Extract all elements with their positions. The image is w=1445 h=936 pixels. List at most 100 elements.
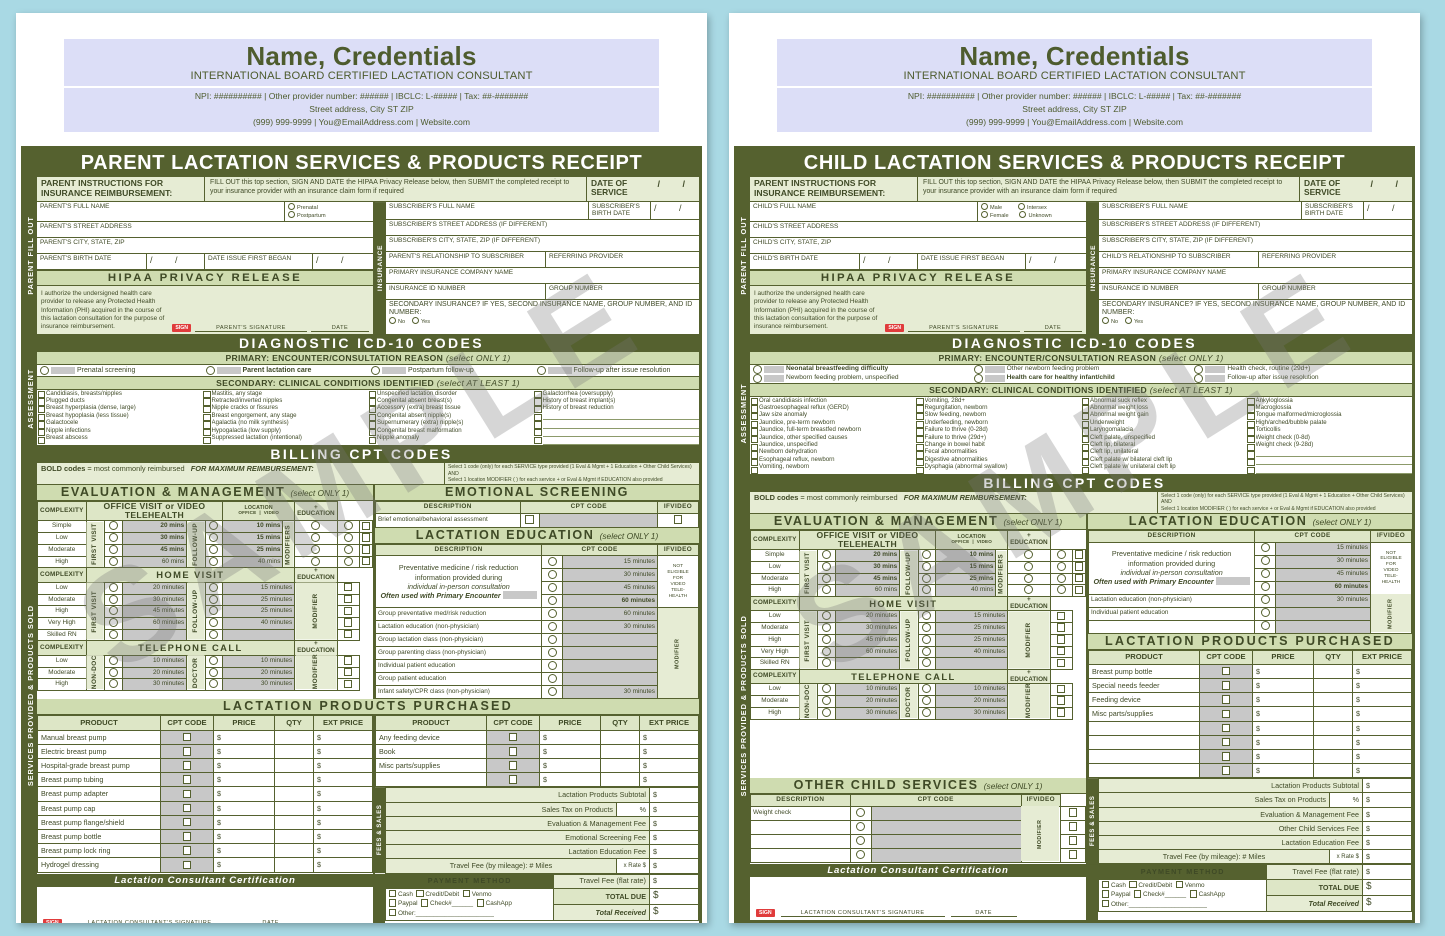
radio-follow-up[interactable] [917,610,937,624]
radio-follow-up[interactable] [204,543,224,557]
product-price[interactable]: $ [213,743,275,760]
prev-duration[interactable]: 30 minutes [562,568,658,583]
doctor-duration[interactable]: 20 minutes [222,666,296,680]
radio-doctor[interactable] [917,695,937,708]
radio-secondary-no[interactable] [389,316,396,324]
dx-checkbox[interactable] [368,436,377,444]
radio-primary-4[interactable] [973,373,983,383]
parent-signature-date-input[interactable]: DATE [311,325,369,332]
radio-first-visit[interactable] [816,549,836,562]
primary-option[interactable]: Health care for healthy infant/child [973,373,1189,383]
dx-checkbox[interactable] [1247,451,1255,459]
follow-up-duration[interactable]: 40 minutes [222,616,296,630]
lactation-education-table[interactable]: DESCRIPTION CPT CODE IFVIDEO Preventative m… [374,543,699,700]
product-ext[interactable]: $ [313,828,373,845]
other-service-ifvideo[interactable] [1059,819,1087,835]
dx-checkbox[interactable] [916,443,924,451]
dx-write-in[interactable] [542,412,699,421]
radio-first-visit[interactable] [103,616,123,630]
radio-loc-office[interactable] [1007,572,1051,586]
dx-checkbox[interactable] [37,413,46,421]
radio-unknown[interactable] [1019,211,1027,219]
dx-write-in[interactable] [1255,448,1412,457]
fee-value[interactable]: $ [1362,778,1412,794]
radio-secondary-yes[interactable] [411,316,419,324]
radio-follow-up[interactable] [917,645,937,659]
prev-duration[interactable]: 45 minutes [1275,567,1371,582]
prev-duration[interactable]: 60 minutes [562,594,658,609]
radio-follow-up[interactable] [917,622,937,635]
fees-table[interactable]: Lactation Products Subtotal $ Sales Tax on… [1098,778,1412,865]
product-row[interactable]: Breast pump bottle $ $ [37,828,373,845]
first-visit-duration[interactable]: 45 mins [121,543,188,557]
radio-first-visit[interactable] [103,543,123,557]
radio-other-service[interactable] [849,819,872,835]
dx-checkbox[interactable] [368,398,377,406]
fee-value[interactable]: $ [649,829,699,846]
payment-checkbox[interactable] [1102,890,1110,898]
payment-table[interactable]: PAYMENT METHOD Travel Fee (flat rate) $ Ca… [1097,864,1412,912]
product-price[interactable]: $ [1252,677,1314,694]
education-checkbox[interactable] [358,520,374,534]
product-qty[interactable] [274,843,314,859]
dx-checkbox[interactable] [37,421,46,429]
em-table[interactable]: COMPLEXITY OFFICE VISIT or VIDEO TELEHEAL… [37,501,374,691]
dx-checkbox[interactable] [203,406,211,414]
education-checkbox[interactable] [336,628,360,642]
education-duration[interactable] [1275,619,1371,634]
follow-up-duration[interactable]: 25 minutes [935,633,1009,647]
dx-checkbox[interactable] [750,420,759,428]
radio-education-row[interactable] [541,659,564,674]
first-visit-duration[interactable]: 20 minutes [834,610,901,624]
non-doc-duration[interactable]: 10 minutes [121,654,188,668]
product-row[interactable]: Breast pump bottle $ $ [1088,663,1412,679]
dx-checkbox[interactable] [1247,466,1255,474]
product-ext[interactable]: $ [1352,734,1412,750]
product-row[interactable]: $ $ [1088,763,1412,779]
product-row[interactable]: $ $ [1088,748,1412,765]
date-issue-began-input[interactable]: / / [1026,254,1086,269]
product-row[interactable]: $ $ [1088,720,1412,736]
dx-checkbox[interactable] [534,436,542,444]
radio-follow-up[interactable] [204,628,224,642]
radio-primary-5[interactable] [1194,364,1204,374]
radio-loc-office[interactable] [1007,584,1051,597]
radio-non-doc[interactable] [103,654,123,668]
product-ext[interactable]: $ [639,772,699,788]
education-duration[interactable]: 30 minutes [562,685,658,700]
parent-signature-date-input[interactable]: DATE [1024,325,1082,332]
education-duration[interactable]: 60 minutes [562,607,658,622]
follow-up-duration[interactable]: 15 mins [222,532,284,545]
education-duration[interactable]: 30 minutes [562,620,658,635]
radio-follow-up[interactable] [204,593,224,607]
radio-education-row[interactable] [541,620,564,635]
non-doc-duration[interactable]: 20 minutes [834,695,901,708]
radio-first-visit[interactable] [816,584,836,597]
first-visit-duration[interactable]: 60 minutes [834,645,901,659]
radio-intersex[interactable] [1017,202,1025,210]
product-qty[interactable] [1313,692,1353,708]
product-ext[interactable]: $ [313,729,373,745]
primary-option[interactable]: Follow-up after issue resolution [1194,373,1409,383]
product-qty[interactable] [274,786,314,802]
product-price[interactable]: $ [539,757,601,774]
product-cpt[interactable] [1199,663,1253,679]
product-price[interactable]: $ [539,729,601,745]
product-qty[interactable] [274,772,314,788]
radio-education-row[interactable] [541,633,564,648]
radio-prev-15[interactable] [1254,541,1277,556]
payment-checkbox[interactable] [1175,880,1183,888]
product-price[interactable]: $ [1252,706,1314,722]
radio-prenatal[interactable] [288,202,295,210]
radio-loc-office[interactable] [1007,549,1051,562]
radio-primary-2[interactable] [753,373,762,383]
product-price[interactable]: $ [213,828,275,845]
payment-checkbox[interactable] [1102,900,1110,908]
education-checkbox[interactable] [336,605,360,618]
other-services-table[interactable]: DESCRIPTION CPT CODE IFVIDEO Weight check MO… [750,794,1087,863]
travel-mileage-value[interactable]: $ [649,858,699,874]
non-doc-duration[interactable]: 30 minutes [834,706,901,720]
product-row[interactable]: Manual breast pump $ $ [37,729,373,745]
product-qty[interactable] [274,757,314,774]
child-birthdate-input[interactable]: / / [860,253,918,269]
